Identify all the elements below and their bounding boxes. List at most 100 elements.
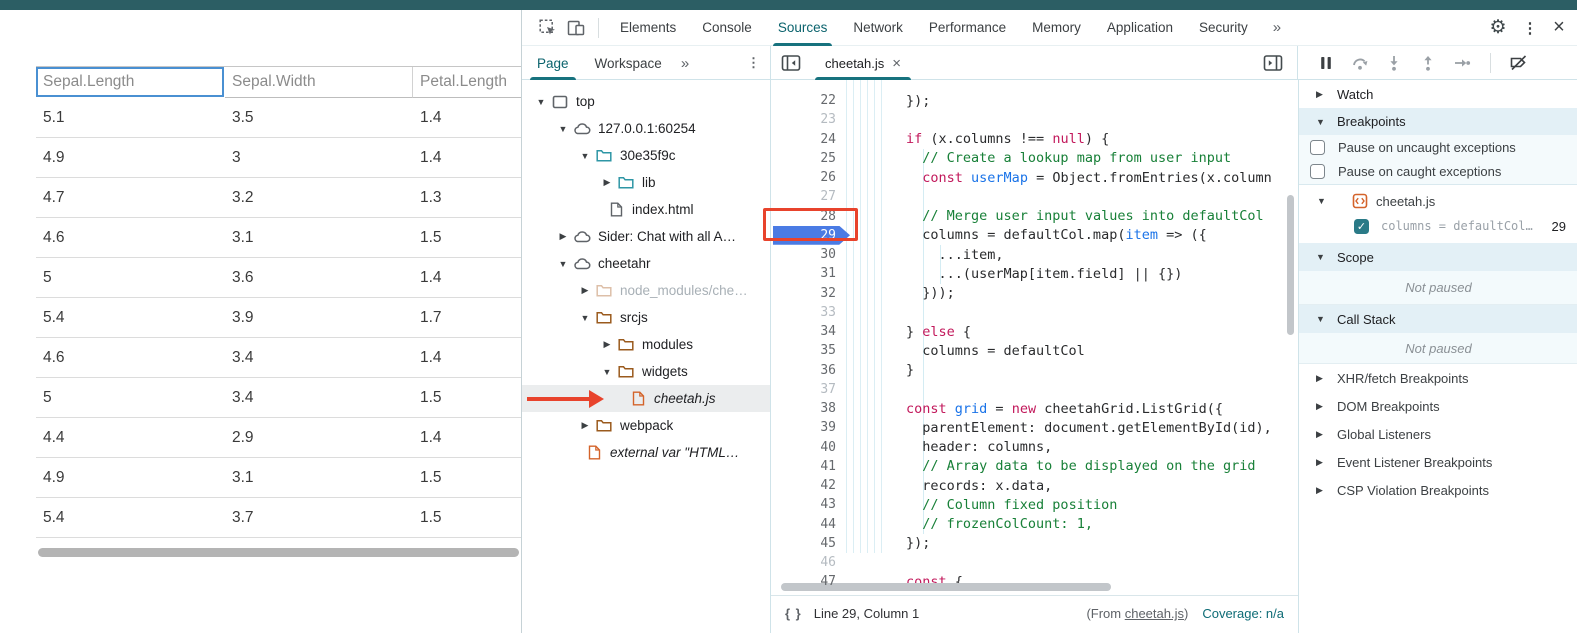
chevron-down-icon[interactable]: ▼ bbox=[532, 97, 550, 107]
gutter-line-number[interactable]: 26 bbox=[771, 170, 836, 185]
table-cell[interactable]: 3.1 bbox=[225, 458, 413, 497]
gutter-line-number[interactable]: 42 bbox=[771, 478, 836, 493]
section-global-listeners[interactable]: ▶Global Listeners bbox=[1299, 420, 1577, 448]
tab-security[interactable]: Security bbox=[1186, 10, 1261, 46]
section-call-stack[interactable]: ▼ Call Stack bbox=[1299, 305, 1577, 333]
table-cell[interactable]: 1.5 bbox=[413, 218, 521, 257]
tab-network[interactable]: Network bbox=[840, 10, 916, 46]
table-cell[interactable]: 3.6 bbox=[225, 258, 413, 297]
table-cell[interactable]: 1.3 bbox=[413, 178, 521, 217]
gutter-line-number[interactable]: 32 bbox=[771, 286, 836, 301]
code-line[interactable]: 36} bbox=[771, 361, 1298, 380]
table-cell[interactable]: 4.7 bbox=[36, 178, 225, 217]
chevron-down-icon[interactable]: ▼ bbox=[576, 313, 594, 323]
hide-debugger-sidebar-icon[interactable] bbox=[1259, 49, 1287, 77]
section-dom-breakpoints[interactable]: ▶DOM Breakpoints bbox=[1299, 392, 1577, 420]
code-line[interactable]: 43 // Column fixed position bbox=[771, 495, 1298, 514]
code-line[interactable]: 37 bbox=[771, 380, 1298, 399]
table-cell[interactable]: 4.6 bbox=[36, 338, 225, 377]
section-watch[interactable]: ▶ Watch bbox=[1299, 80, 1577, 108]
gutter-line-number[interactable]: 33 bbox=[771, 305, 836, 320]
gutter-line-number[interactable]: 41 bbox=[771, 459, 836, 474]
navigator-more-tabs-icon[interactable]: » bbox=[675, 55, 693, 72]
section-scope[interactable]: ▼ Scope bbox=[1299, 243, 1577, 271]
gutter-line-number[interactable]: 27 bbox=[771, 189, 836, 204]
nav-tab-workspace[interactable]: Workspace bbox=[582, 46, 675, 80]
chevron-right-icon[interactable]: ▶ bbox=[598, 339, 616, 350]
tree-item-lib[interactable]: ▶lib bbox=[522, 169, 770, 196]
code-line[interactable]: 26 const userMap = Object.fromEntries(x.… bbox=[771, 168, 1298, 187]
code-line[interactable]: 34} else { bbox=[771, 322, 1298, 341]
chevron-right-icon[interactable]: ▶ bbox=[598, 177, 616, 188]
step-out-icon[interactable] bbox=[1414, 49, 1442, 77]
gutter-line-number[interactable]: 22 bbox=[771, 93, 836, 108]
table-cell[interactable]: 1.4 bbox=[413, 138, 521, 177]
tab-elements[interactable]: Elements bbox=[607, 10, 689, 46]
checkbox-checked-icon[interactable]: ✓ bbox=[1354, 219, 1369, 234]
code-line[interactable]: 31 ...(userMap[item.field] || {}) bbox=[771, 264, 1298, 283]
code-line[interactable]: 39 parentElement: document.getElementByI… bbox=[771, 418, 1298, 437]
tree-item-modules[interactable]: ▶modules bbox=[522, 331, 770, 358]
source-map-link[interactable]: cheetah.js bbox=[1125, 606, 1184, 621]
code-line[interactable]: 23 bbox=[771, 110, 1298, 129]
chevron-right-icon[interactable]: ▶ bbox=[576, 285, 594, 296]
checkbox-unchecked-icon[interactable] bbox=[1310, 140, 1325, 155]
customize-menu-icon[interactable]: ⋮ bbox=[1514, 13, 1546, 43]
code-area[interactable]: 22});2324if (x.columns !== null) {25 // … bbox=[771, 80, 1298, 593]
gutter-line-number[interactable]: 31 bbox=[771, 266, 836, 281]
table-cell[interactable]: 3.1 bbox=[225, 218, 413, 257]
table-row[interactable]: 5.43.71.5 bbox=[36, 498, 521, 538]
checkbox-unchecked-icon[interactable] bbox=[1310, 164, 1325, 179]
close-devtools-icon[interactable]: × bbox=[1546, 13, 1577, 43]
table-row[interactable]: 5.43.91.7 bbox=[36, 298, 521, 338]
breakpoint-group-cheetah-js[interactable]: ▼ cheetah.js bbox=[1299, 189, 1577, 213]
pretty-print-icon[interactable]: { } bbox=[785, 606, 802, 621]
chevron-down-icon[interactable]: ▼ bbox=[576, 151, 594, 161]
step-icon[interactable] bbox=[1448, 49, 1476, 77]
code-line[interactable]: 42 records: x.data, bbox=[771, 476, 1298, 495]
tab-sources[interactable]: Sources bbox=[765, 10, 841, 46]
tree-item-top[interactable]: ▼top bbox=[522, 88, 770, 115]
grid-horizontal-scrollbar[interactable] bbox=[38, 548, 519, 557]
table-cell[interactable]: 5.1 bbox=[36, 98, 225, 137]
chevron-down-icon[interactable]: ▼ bbox=[598, 367, 616, 377]
section-breakpoints[interactable]: ▼ Breakpoints bbox=[1299, 108, 1577, 135]
navigator-menu-icon[interactable]: ⋮ bbox=[747, 55, 760, 71]
code-line[interactable]: 32 })); bbox=[771, 284, 1298, 303]
tree-item-node-modules-che[interactable]: ▶node_modules/che… bbox=[522, 277, 770, 304]
code-line[interactable]: 45}); bbox=[771, 534, 1298, 553]
table-cell[interactable]: 3.5 bbox=[225, 98, 413, 137]
deactivate-breakpoints-icon[interactable] bbox=[1505, 49, 1533, 77]
tree-item-external-var-html[interactable]: external var "HTML… bbox=[522, 439, 770, 466]
gutter-line-number[interactable]: 34 bbox=[771, 324, 836, 339]
gutter-line-number[interactable]: 35 bbox=[771, 343, 836, 358]
breakpoint-entry[interactable]: ✓ columns = defaultCol… 29 bbox=[1299, 213, 1577, 239]
table-row[interactable]: 5.13.51.4 bbox=[36, 98, 521, 138]
tab-performance[interactable]: Performance bbox=[916, 10, 1019, 46]
column-header-sepal-length[interactable]: Sepal.Length bbox=[36, 67, 225, 98]
code-line[interactable]: 22}); bbox=[771, 91, 1298, 110]
table-cell[interactable]: 5 bbox=[36, 378, 225, 417]
coverage-link[interactable]: Coverage: n/a bbox=[1202, 606, 1284, 621]
pause-caught-row[interactable]: Pause on caught exceptions bbox=[1299, 159, 1577, 185]
table-row[interactable]: 4.931.4 bbox=[36, 138, 521, 178]
gutter-line-number[interactable]: 37 bbox=[771, 382, 836, 397]
table-cell[interactable]: 4.9 bbox=[36, 138, 225, 177]
table-cell[interactable]: 4.4 bbox=[36, 418, 225, 457]
hide-navigator-icon[interactable] bbox=[777, 49, 805, 77]
table-cell[interactable]: 3.4 bbox=[225, 378, 413, 417]
table-cell[interactable]: 4.9 bbox=[36, 458, 225, 497]
table-cell[interactable]: 4.6 bbox=[36, 218, 225, 257]
chevron-right-icon[interactable]: ▶ bbox=[554, 231, 572, 242]
chevron-down-icon[interactable]: ▼ bbox=[554, 259, 572, 269]
table-cell[interactable]: 3 bbox=[225, 138, 413, 177]
code-line[interactable]: 41 // Array data to be displayed on the … bbox=[771, 457, 1298, 476]
gutter-line-number[interactable]: 36 bbox=[771, 363, 836, 378]
gutter-line-number[interactable]: 43 bbox=[771, 497, 836, 512]
table-row[interactable]: 4.93.11.5 bbox=[36, 458, 521, 498]
pause-uncaught-row[interactable]: Pause on uncaught exceptions bbox=[1299, 135, 1577, 159]
table-cell[interactable]: 5 bbox=[36, 258, 225, 297]
file-tab-cheetah-js[interactable]: cheetah.js × bbox=[813, 46, 913, 80]
tab-console[interactable]: Console bbox=[689, 10, 765, 46]
tree-item-sider-chat-with-all-a[interactable]: ▶Sider: Chat with all A… bbox=[522, 223, 770, 250]
